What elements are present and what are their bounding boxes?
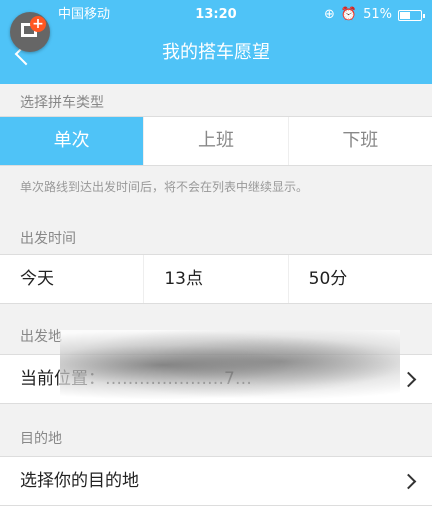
floating-add-button[interactable]: + — [10, 12, 50, 52]
ride-type-option-return[interactable]: 下班 — [287, 117, 432, 165]
location-icon: ⊕ — [324, 7, 335, 22]
day-selector[interactable]: 今天 — [0, 255, 143, 303]
alarm-icon: ⏰ — [340, 7, 358, 22]
departure-time-picker: 今天 13点 50分 — [0, 254, 432, 304]
minute-selector[interactable]: 50分 — [287, 255, 432, 303]
ride-type-option-commute[interactable]: 上班 — [143, 117, 287, 165]
battery-percent: 51% — [363, 7, 392, 22]
departure-time-label: 出发时间 — [20, 231, 76, 247]
page-title: 我的搭车愿望 — [162, 42, 270, 63]
ride-type-label: 选择拼车类型 — [20, 95, 104, 111]
ride-type-option-single[interactable]: 单次 — [0, 117, 144, 165]
origin-label: 出发地 — [20, 329, 62, 345]
battery-icon — [398, 9, 425, 21]
destination-placeholder: 选择你的目的地 — [20, 471, 139, 491]
status-icons: ⊕ ⏰ 51% — [324, 0, 425, 30]
destination-row[interactable]: 选择你的目的地 — [0, 456, 432, 506]
plus-icon: + — [30, 16, 46, 32]
origin-row[interactable]: 当前位置：…………………7… — [0, 354, 432, 404]
ride-type-segmented-control: 单次 上班 下班 — [0, 116, 432, 166]
ride-type-note: 单次路线到达出发时间后，将不会在列表中继续显示。 — [20, 180, 309, 194]
header-bar: 中国移动 13:20 ⊕ ⏰ 51% 我的搭车愿望 — [0, 0, 432, 84]
chevron-right-icon — [400, 473, 417, 490]
destination-label: 目的地 — [20, 431, 62, 447]
chevron-right-icon — [400, 371, 417, 388]
status-bar: 中国移动 13:20 ⊕ ⏰ 51% — [0, 0, 432, 30]
origin-value: 当前位置：…………………7… — [20, 369, 252, 389]
hour-selector[interactable]: 13点 — [143, 255, 287, 303]
battery-fill — [400, 11, 410, 19]
